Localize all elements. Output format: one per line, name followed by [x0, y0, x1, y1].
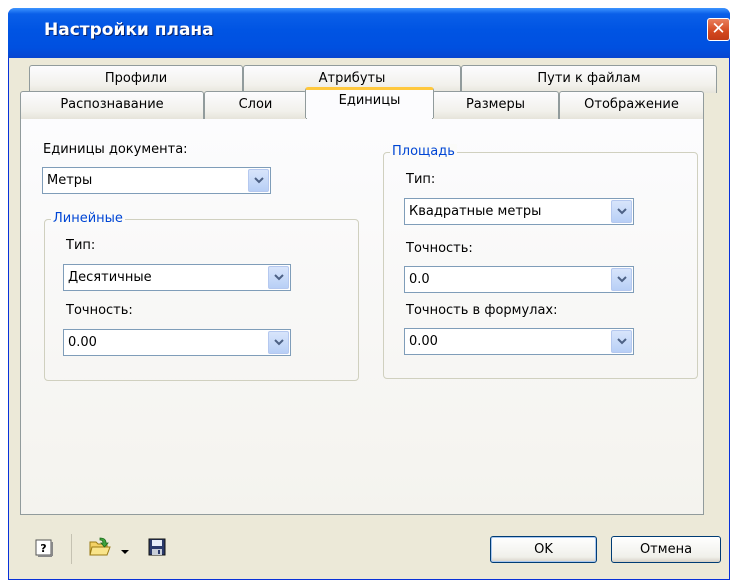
dialog-title: Настройки плана — [44, 20, 214, 40]
tab-recognition[interactable]: Распознавание — [20, 91, 204, 119]
area-type-value: Квадратные метры — [409, 204, 542, 219]
cancel-button[interactable]: Отмена — [611, 536, 721, 563]
save-button[interactable] — [148, 538, 166, 556]
chevron-down-icon[interactable] — [248, 169, 269, 192]
linear-type-select[interactable]: Десятичные — [63, 264, 291, 291]
open-dropdown-button[interactable] — [121, 545, 129, 554]
chevron-down-icon[interactable] — [611, 330, 632, 353]
open-folder-icon — [89, 537, 111, 556]
doc-units-value: Метры — [47, 173, 93, 188]
tab-label: Слои — [238, 97, 273, 112]
linear-type-label: Тип: — [66, 238, 96, 253]
area-formula-precision-select[interactable]: 0.00 — [404, 328, 634, 355]
svg-text:?: ? — [40, 542, 46, 555]
linear-precision-value: 0.00 — [68, 335, 97, 350]
dropdown-arrow-icon — [121, 550, 129, 554]
area-formula-precision-value: 0.00 — [409, 334, 438, 349]
tab-layers[interactable]: Слои — [204, 91, 307, 119]
open-button[interactable] — [88, 536, 112, 558]
linear-precision-select[interactable]: 0.00 — [63, 329, 291, 356]
area-group-title: Площадь — [390, 144, 457, 159]
area-type-select[interactable]: Квадратные метры — [404, 198, 634, 225]
tab-label: Размеры — [465, 97, 526, 112]
area-precision-label: Точность: — [406, 241, 473, 256]
tab-units[interactable]: Единицы — [305, 87, 434, 118]
linear-precision-label: Точность: — [66, 303, 133, 318]
linear-group-title: Линейные — [51, 211, 125, 226]
chevron-down-icon[interactable] — [611, 200, 632, 223]
tab-profiles[interactable]: Профили — [29, 65, 243, 93]
area-formula-precision-label: Точность в формулах: — [406, 303, 558, 318]
tab-label: Распознавание — [60, 97, 164, 112]
doc-units-select[interactable]: Метры — [42, 167, 271, 194]
tab-display[interactable]: Отображение — [559, 91, 704, 119]
ok-button[interactable]: OK — [490, 536, 597, 563]
area-precision-value: 0.0 — [409, 272, 430, 287]
save-icon — [148, 538, 166, 556]
area-precision-select[interactable]: 0.0 — [404, 266, 634, 293]
doc-units-label: Единицы документа: — [43, 142, 188, 157]
chevron-down-icon[interactable] — [268, 331, 289, 354]
tab-dimensions[interactable]: Размеры — [432, 91, 559, 119]
chevron-down-icon[interactable] — [611, 268, 632, 291]
tab-label: Единицы — [338, 93, 401, 108]
tab-label: Атрибуты — [318, 71, 386, 86]
area-type-label: Тип: — [406, 172, 436, 187]
linear-type-value: Десятичные — [68, 270, 152, 285]
title-bar[interactable]: Настройки плана ✕ — [8, 8, 730, 58]
help-icon: ? — [35, 539, 53, 557]
tab-label: Пути к файлам — [537, 71, 641, 86]
close-button[interactable]: ✕ — [707, 18, 730, 41]
tab-label: Отображение — [584, 97, 679, 112]
toolbar-separator — [71, 534, 72, 564]
tab-label: Профили — [104, 71, 168, 86]
help-button[interactable]: ? — [34, 538, 54, 558]
close-icon: ✕ — [711, 19, 726, 39]
tab-file-paths[interactable]: Пути к файлам — [461, 65, 717, 93]
chevron-down-icon[interactable] — [268, 266, 289, 289]
